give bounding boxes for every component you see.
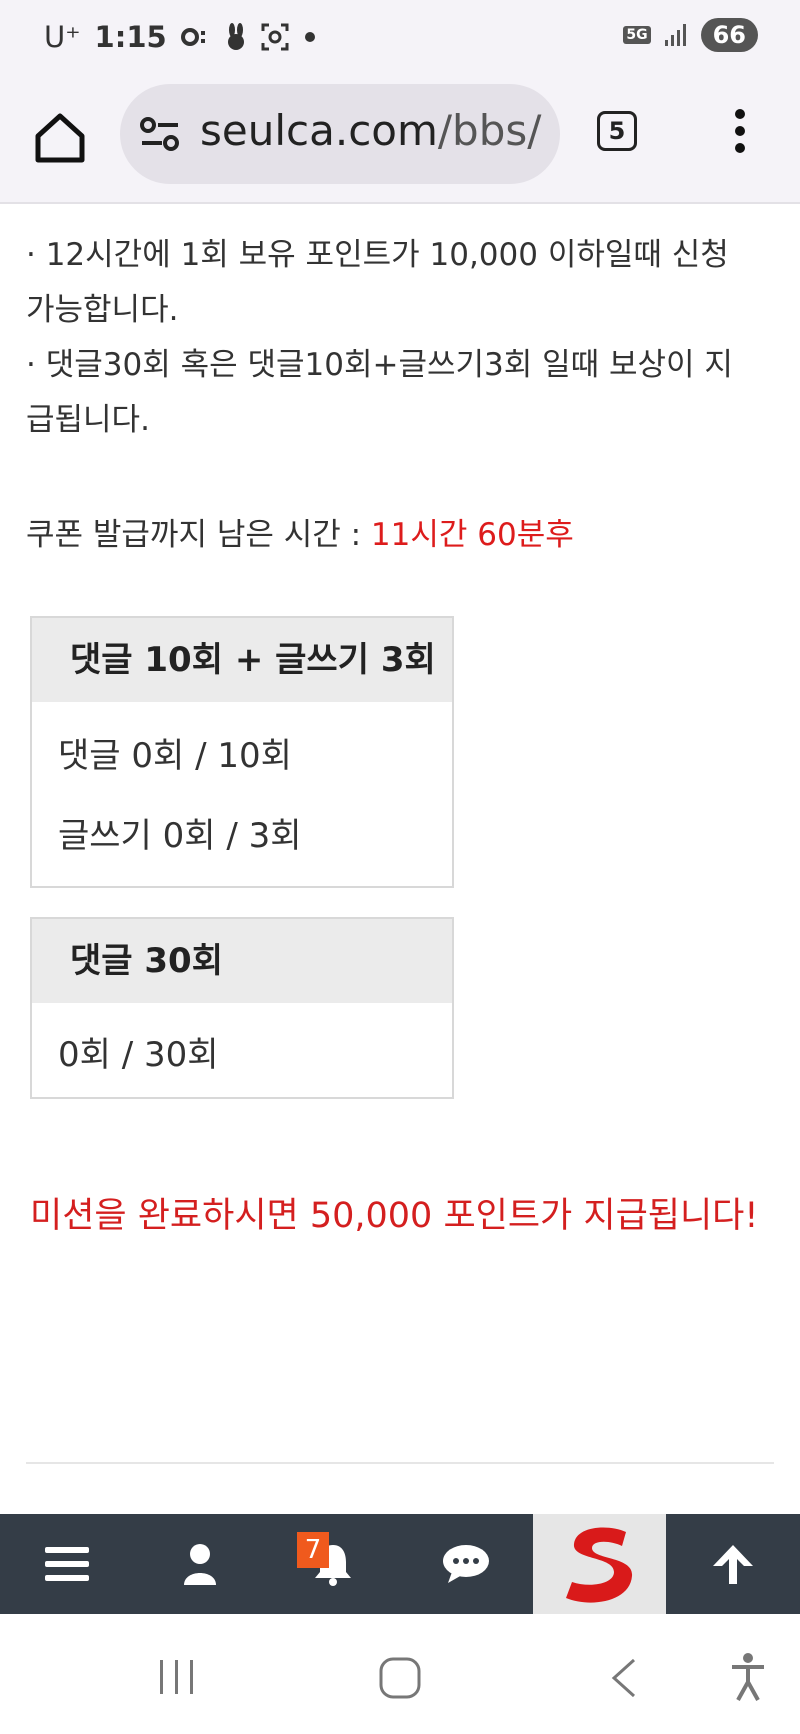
nav-site-logo[interactable] (533, 1514, 666, 1614)
signal-icon (664, 24, 686, 46)
chat-bubble-icon (442, 1545, 489, 1583)
reward-notice: 미션을 완료하시면 50,000 포인트가 지급됩니다! (30, 1196, 759, 1236)
site-settings-icon[interactable] (140, 116, 180, 152)
nav-chat[interactable] (399, 1514, 532, 1614)
network-label: 5G (623, 26, 651, 44)
mission-post-progress: 글쓰기 0회 / 3회 (58, 816, 302, 856)
bottom-nav: 7 (0, 1514, 800, 1614)
status-bar: U⁺ 1:15 5G 66 (0, 0, 800, 76)
coupon-remaining-time: 쿠폰 발급까지 남은 시간 : 11시간 60분후 (26, 509, 574, 554)
clock: 1:15 (94, 20, 167, 54)
hamburger-icon (44, 1547, 89, 1581)
home-nav-icon[interactable] (378, 1656, 422, 1700)
url-text[interactable]: seulca.com/bbs/ (200, 106, 541, 155)
remaining-value: 11시간 60분후 (370, 517, 574, 553)
mission-comment-progress: 0회 / 30회 (58, 1035, 219, 1075)
tab-switcher-button[interactable]: 5 (597, 111, 637, 151)
dot-icon (304, 32, 315, 42)
mission-comment-progress: 댓글 0회 / 10회 (58, 736, 292, 776)
browser-toolbar: seulca.com/bbs/ 5 (0, 76, 800, 204)
mission-box-title: 댓글 30회 (32, 919, 452, 1003)
rabbit-icon (227, 23, 244, 50)
more-menu-icon[interactable] (725, 106, 755, 156)
screenshot-icon (261, 23, 289, 51)
site-logo-icon (565, 1527, 632, 1603)
battery-indicator: 66 (700, 18, 758, 52)
back-icon[interactable] (608, 1658, 638, 1698)
carrier-label: U⁺ (44, 20, 81, 54)
home-icon[interactable] (30, 108, 90, 168)
recent-apps-icon[interactable] (157, 1658, 197, 1696)
nav-menu[interactable] (0, 1514, 133, 1614)
nav-profile[interactable] (133, 1514, 266, 1614)
notification-badge: 7 (297, 1532, 329, 1568)
link-icon (180, 28, 205, 46)
info-line-3: · 댓글30회 혹은 댓글10회+글쓰기3회 일때 보상이 지 (26, 347, 733, 383)
remaining-label: 쿠폰 발급까지 남은 시간 : (26, 517, 371, 553)
info-line-2: 가능합니다. (26, 292, 179, 328)
url-path: /bbs/ (437, 106, 542, 155)
address-bar[interactable]: seulca.com/bbs/ (120, 84, 560, 184)
accessibility-icon[interactable] (728, 1652, 768, 1702)
status-left: U⁺ 1:15 (44, 20, 317, 54)
mission-box-comments: 댓글 30회 0회 / 30회 (30, 917, 454, 1099)
divider (26, 1462, 774, 1464)
mission-box-title: 댓글 10회 + 글쓰기 3회 (32, 618, 452, 702)
user-icon (183, 1544, 216, 1585)
info-line-1: · 12시간에 1회 보유 포인트가 10,000 이하일때 신청 (26, 237, 729, 273)
mission-box-comments-posts: 댓글 10회 + 글쓰기 3회 댓글 0회 / 10회 글쓰기 0회 / 3회 (30, 616, 454, 888)
status-right: 5G 66 (623, 18, 758, 52)
nav-notifications[interactable] (266, 1514, 399, 1614)
url-domain: seulca.com (200, 106, 438, 155)
nav-scroll-top[interactable] (666, 1514, 800, 1614)
arrow-up-icon (713, 1545, 753, 1584)
system-nav-bar (0, 1614, 800, 1734)
info-line-4: 급됩니다. (26, 402, 150, 438)
